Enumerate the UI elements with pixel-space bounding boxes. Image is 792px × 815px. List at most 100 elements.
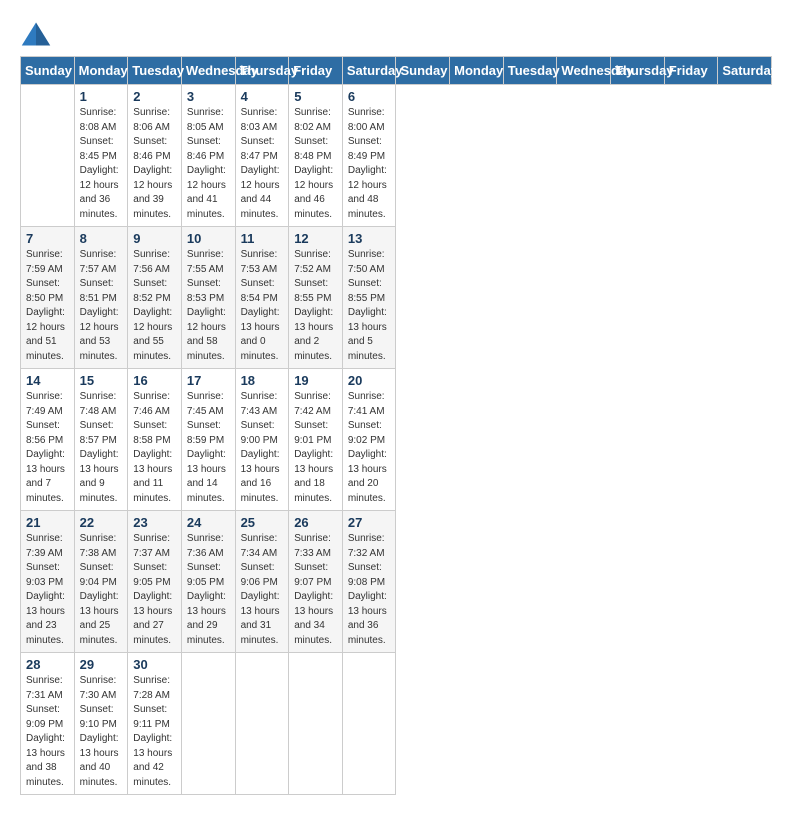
day-info: Sunrise: 7:37 AM Sunset: 9:05 PM Dayligh… <box>133 532 176 648</box>
calendar-cell: 30Sunrise: 7:28 AM Sunset: 9:11 PM Dayli… <box>128 653 182 795</box>
calendar-cell: 25 Sunrise: 7:34 AM Sunset: 9:06 PM Dayli… <box>235 511 289 653</box>
calendar-cell: 1 Sunrise: 8:08 AM Sunset: 8:45 PM Daylig… <box>74 85 128 227</box>
day-info: Sunrise: 7:46 AM Sunset: 8:58 PM Dayligh… <box>133 390 176 506</box>
day-header-monday: Monday <box>450 57 504 85</box>
calendar-cell: 12 Sunrise: 7:52 AM Sunset: 8:55 PM Dayli… <box>289 227 343 369</box>
day-info: Sunrise: 7:28 AM Sunset: 9:11 PM Dayligh… <box>133 674 176 790</box>
calendar-cell: 17Sunrise: 7:45 AM Sunset: 8:59 PM Dayli… <box>181 369 235 511</box>
day-header-friday: Friday <box>289 57 343 85</box>
day-number: 1 <box>80 89 123 104</box>
day-number: 21 <box>26 515 69 530</box>
calendar-cell <box>181 653 235 795</box>
day-info: Sunrise: 7:36 AM Sunset: 9:05 PM Dayligh… <box>187 532 230 648</box>
day-header-thursday: Thursday <box>611 57 665 85</box>
calendar-cell <box>21 85 75 227</box>
day-number: 22 <box>80 515 123 530</box>
day-info: Sunrise: 7:39 AM Sunset: 9:03 PM Dayligh… <box>26 532 69 648</box>
day-number: 10 <box>187 231 230 246</box>
day-info: Sunrise: 8:05 AM Sunset: 8:46 PM Dayligh… <box>187 106 230 222</box>
day-info: Sunrise: 7:59 AM Sunset: 8:50 PM Dayligh… <box>26 248 69 364</box>
calendar-cell: 24 Sunrise: 7:36 AM Sunset: 9:05 PM Dayli… <box>181 511 235 653</box>
day-info: Sunrise: 8:00 AM Sunset: 8:49 PM Dayligh… <box>348 106 391 222</box>
calendar-cell: 14 Sunrise: 7:49 AM Sunset: 8:56 PM Dayli… <box>21 369 75 511</box>
page-header <box>20 20 772 48</box>
calendar-cell: 28 Sunrise: 7:31 AM Sunset: 9:09 PM Dayli… <box>21 653 75 795</box>
day-number: 7 <box>26 231 69 246</box>
calendar-cell <box>289 653 343 795</box>
day-info: Sunrise: 7:43 AM Sunset: 9:00 PM Dayligh… <box>241 390 284 506</box>
day-number: 13 <box>348 231 391 246</box>
day-number: 4 <box>241 89 284 104</box>
day-info: Sunrise: 8:06 AM Sunset: 8:46 PM Dayligh… <box>133 106 176 222</box>
day-info: Sunrise: 7:56 AM Sunset: 8:52 PM Dayligh… <box>133 248 176 364</box>
day-number: 18 <box>241 373 284 388</box>
day-number: 15 <box>80 373 123 388</box>
day-number: 28 <box>26 657 69 672</box>
day-number: 20 <box>348 373 391 388</box>
day-info: Sunrise: 7:48 AM Sunset: 8:57 PM Dayligh… <box>80 390 123 506</box>
calendar-cell: 26Sunrise: 7:33 AM Sunset: 9:07 PM Dayli… <box>289 511 343 653</box>
day-number: 27 <box>348 515 391 530</box>
calendar-cell <box>235 653 289 795</box>
calendar-cell: 15 Sunrise: 7:48 AM Sunset: 8:57 PM Dayli… <box>74 369 128 511</box>
calendar-week-row: 28 Sunrise: 7:31 AM Sunset: 9:09 PM Dayli… <box>21 653 772 795</box>
calendar-cell: 23 Sunrise: 7:37 AM Sunset: 9:05 PM Dayli… <box>128 511 182 653</box>
calendar-cell: 21 Sunrise: 7:39 AM Sunset: 9:03 PM Dayli… <box>21 511 75 653</box>
calendar-cell: 16 Sunrise: 7:46 AM Sunset: 8:58 PM Dayli… <box>128 369 182 511</box>
calendar-cell: 4 Sunrise: 8:03 AM Sunset: 8:47 PM Daylig… <box>235 85 289 227</box>
day-info: Sunrise: 7:34 AM Sunset: 9:06 PM Dayligh… <box>241 532 284 648</box>
calendar-cell: 5Sunrise: 8:02 AM Sunset: 8:48 PM Daylig… <box>289 85 343 227</box>
calendar-cell: 20 Sunrise: 7:41 AM Sunset: 9:02 PM Dayli… <box>342 369 396 511</box>
day-number: 3 <box>187 89 230 104</box>
day-number: 29 <box>80 657 123 672</box>
calendar-week-row: 21 Sunrise: 7:39 AM Sunset: 9:03 PM Dayli… <box>21 511 772 653</box>
day-info: Sunrise: 8:02 AM Sunset: 8:48 PM Dayligh… <box>294 106 337 222</box>
calendar-cell: 18 Sunrise: 7:43 AM Sunset: 9:00 PM Dayli… <box>235 369 289 511</box>
calendar-cell: 10 Sunrise: 7:55 AM Sunset: 8:53 PM Dayli… <box>181 227 235 369</box>
calendar-cell: 13Sunrise: 7:50 AM Sunset: 8:55 PM Dayli… <box>342 227 396 369</box>
calendar-cell: 9 Sunrise: 7:56 AM Sunset: 8:52 PM Daylig… <box>128 227 182 369</box>
day-number: 8 <box>80 231 123 246</box>
day-info: Sunrise: 7:38 AM Sunset: 9:04 PM Dayligh… <box>80 532 123 648</box>
day-info: Sunrise: 7:52 AM Sunset: 8:55 PM Dayligh… <box>294 248 337 364</box>
day-number: 14 <box>26 373 69 388</box>
day-number: 23 <box>133 515 176 530</box>
day-number: 9 <box>133 231 176 246</box>
day-header-friday: Friday <box>664 57 718 85</box>
day-number: 16 <box>133 373 176 388</box>
day-info: Sunrise: 7:41 AM Sunset: 9:02 PM Dayligh… <box>348 390 391 506</box>
calendar-cell: 6 Sunrise: 8:00 AM Sunset: 8:49 PM Daylig… <box>342 85 396 227</box>
day-number: 12 <box>294 231 337 246</box>
day-info: Sunrise: 7:55 AM Sunset: 8:53 PM Dayligh… <box>187 248 230 364</box>
calendar-week-row: 1 Sunrise: 8:08 AM Sunset: 8:45 PM Daylig… <box>21 85 772 227</box>
calendar-cell: 27 Sunrise: 7:32 AM Sunset: 9:08 PM Dayli… <box>342 511 396 653</box>
day-number: 24 <box>187 515 230 530</box>
calendar-cell: 8Sunrise: 7:57 AM Sunset: 8:51 PM Daylig… <box>74 227 128 369</box>
calendar-cell: 7 Sunrise: 7:59 AM Sunset: 8:50 PM Daylig… <box>21 227 75 369</box>
calendar-cell: 3 Sunrise: 8:05 AM Sunset: 8:46 PM Daylig… <box>181 85 235 227</box>
day-info: Sunrise: 7:30 AM Sunset: 9:10 PM Dayligh… <box>80 674 123 790</box>
calendar-cell: 11Sunrise: 7:53 AM Sunset: 8:54 PM Dayli… <box>235 227 289 369</box>
calendar-week-row: 14 Sunrise: 7:49 AM Sunset: 8:56 PM Dayli… <box>21 369 772 511</box>
day-info: Sunrise: 7:32 AM Sunset: 9:08 PM Dayligh… <box>348 532 391 648</box>
day-header-saturday: Saturday <box>718 57 772 85</box>
day-info: Sunrise: 7:49 AM Sunset: 8:56 PM Dayligh… <box>26 390 69 506</box>
calendar-cell: 19Sunrise: 7:42 AM Sunset: 9:01 PM Dayli… <box>289 369 343 511</box>
day-header-wednesday: Wednesday <box>557 57 611 85</box>
calendar-cell <box>342 653 396 795</box>
day-header-thursday: Thursday <box>235 57 289 85</box>
calendar-week-row: 7 Sunrise: 7:59 AM Sunset: 8:50 PM Daylig… <box>21 227 772 369</box>
day-number: 11 <box>241 231 284 246</box>
day-header-sunday: Sunday <box>21 57 75 85</box>
day-info: Sunrise: 7:31 AM Sunset: 9:09 PM Dayligh… <box>26 674 69 790</box>
logo-icon <box>20 20 52 48</box>
day-number: 25 <box>241 515 284 530</box>
day-number: 6 <box>348 89 391 104</box>
day-info: Sunrise: 8:03 AM Sunset: 8:47 PM Dayligh… <box>241 106 284 222</box>
day-header-saturday: Saturday <box>342 57 396 85</box>
day-header-wednesday: Wednesday <box>181 57 235 85</box>
logo <box>20 20 56 48</box>
day-info: Sunrise: 8:08 AM Sunset: 8:45 PM Dayligh… <box>80 106 123 222</box>
day-info: Sunrise: 7:33 AM Sunset: 9:07 PM Dayligh… <box>294 532 337 648</box>
day-number: 19 <box>294 373 337 388</box>
